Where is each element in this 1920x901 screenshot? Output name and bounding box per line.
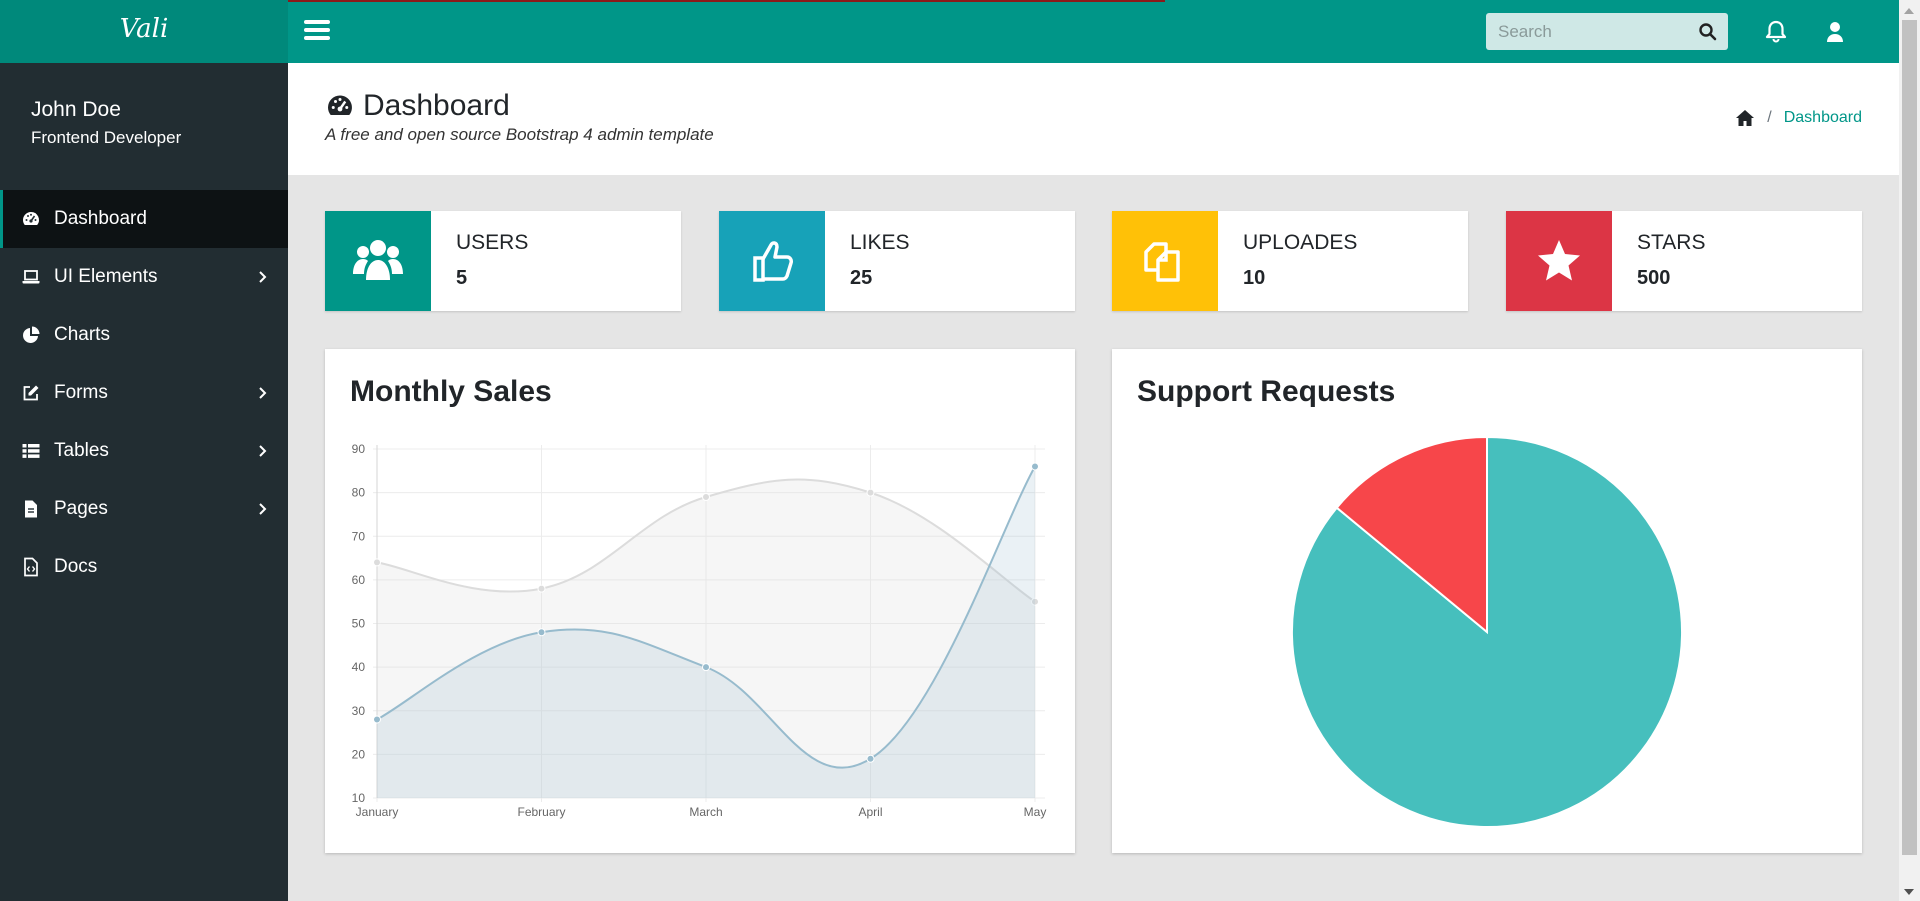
breadcrumb: / Dashboard xyxy=(1735,109,1862,127)
sidebar-item-pages[interactable]: Pages xyxy=(0,480,288,538)
table-icon xyxy=(22,444,40,458)
chevron-right-icon xyxy=(259,387,267,399)
y-tick-label: 70 xyxy=(352,529,366,543)
data-point xyxy=(373,715,381,724)
user-panel: John Doe Frontend Developer xyxy=(0,63,288,190)
users-icon xyxy=(353,240,403,280)
file-code-icon xyxy=(24,557,38,577)
breadcrumb-current[interactable]: Dashboard xyxy=(1784,109,1862,127)
widget-value: 500 xyxy=(1637,267,1671,289)
app-logo[interactable]: Vali xyxy=(0,0,288,63)
sidebar-item-ui-elements[interactable]: UI Elements xyxy=(0,248,288,306)
sidebar: John Doe Frontend Developer Dashboard UI… xyxy=(0,63,288,901)
x-tick-label: April xyxy=(858,805,882,819)
y-tick-label: 60 xyxy=(352,573,366,587)
page-title: Dashboard xyxy=(325,89,510,123)
monthly-sales-chart: 10 20 30 40 50 60 70 80 90 January February March Ap… xyxy=(352,442,1047,819)
x-tick-label: February xyxy=(517,805,565,819)
x-tick-label: March xyxy=(689,805,722,819)
sidebar-item-label: Dashboard xyxy=(54,208,147,229)
chevron-right-icon xyxy=(259,503,267,515)
star-icon xyxy=(1538,240,1580,281)
user-role: Frontend Developer xyxy=(31,128,182,147)
sidebar-item-label: Forms xyxy=(54,382,108,403)
sidebar-item-dashboard[interactable]: Dashboard xyxy=(0,190,288,248)
widget-icon-bg xyxy=(1506,211,1612,311)
widget-label: UPLOADES xyxy=(1243,231,1358,254)
widget-icon-bg xyxy=(1112,211,1218,311)
widget-value: 10 xyxy=(1243,267,1266,289)
home-icon[interactable] xyxy=(1735,109,1755,127)
widget-label: LIKES xyxy=(850,231,910,254)
data-point xyxy=(866,488,875,497)
page-title-text: Dashboard xyxy=(363,89,510,122)
bell-icon[interactable] xyxy=(1762,18,1790,46)
y-tick-label: 80 xyxy=(352,486,366,500)
data-point xyxy=(373,558,381,567)
y-tick-label: 50 xyxy=(352,617,366,631)
search-input[interactable] xyxy=(1486,13,1686,50)
scroll-down-arrow[interactable] xyxy=(1904,889,1914,895)
data-point xyxy=(1031,462,1039,471)
search-box xyxy=(1486,13,1728,50)
page-subtitle: A free and open source Bootstrap 4 admin… xyxy=(325,125,714,144)
search-icon[interactable] xyxy=(1698,22,1718,42)
user-icon[interactable] xyxy=(1821,18,1849,46)
y-tick-label: 40 xyxy=(352,660,366,674)
chevron-right-icon xyxy=(259,445,267,457)
scrollbar-thumb[interactable] xyxy=(1902,20,1917,855)
widget-uploads: UPLOADES 10 xyxy=(1112,211,1468,311)
files-icon xyxy=(1144,242,1180,282)
y-tick-label: 10 xyxy=(352,791,366,805)
widget-users: USERS 5 xyxy=(325,211,681,311)
edit-icon xyxy=(23,385,39,401)
laptop-icon xyxy=(22,270,40,284)
widget-icon-bg xyxy=(719,211,825,311)
data-point xyxy=(702,492,710,501)
sidebar-item-label: Charts xyxy=(54,324,110,345)
vertical-scrollbar[interactable] xyxy=(1899,0,1920,901)
y-tick-label: 20 xyxy=(352,747,366,761)
pie-chart-icon xyxy=(23,326,40,343)
page-title-bar: Dashboard A free and open source Bootstr… xyxy=(288,63,1899,175)
widget-icon-bg xyxy=(325,211,431,311)
file-icon xyxy=(25,500,37,518)
widget-stars: STARS 500 xyxy=(1506,211,1862,311)
breadcrumb-separator: / xyxy=(1767,109,1772,126)
data-point xyxy=(537,584,546,593)
sidebar-item-docs[interactable]: Docs xyxy=(0,538,288,596)
widget-label: STARS xyxy=(1637,231,1706,254)
support-requests-chart xyxy=(1291,435,1683,828)
chevron-right-icon xyxy=(259,271,267,283)
sidebar-menu: Dashboard UI Elements Charts Forms Table… xyxy=(0,190,288,596)
scroll-up-arrow[interactable] xyxy=(1904,8,1914,14)
sidebar-item-label: Tables xyxy=(54,440,109,461)
data-point xyxy=(537,628,546,637)
support-requests-tile: Support Requests xyxy=(1112,349,1862,853)
widget-likes: LIKES 25 xyxy=(719,211,1075,311)
app-header: Vali xyxy=(0,0,1899,63)
user-name: John Doe xyxy=(31,98,121,121)
sidebar-item-tables[interactable]: Tables xyxy=(0,422,288,480)
monthly-sales-tile: Monthly Sales 10 20 30 40 50 60 70 80 90 January F… xyxy=(325,349,1075,853)
x-tick-label: May xyxy=(1024,805,1047,819)
x-tick-label: January xyxy=(356,805,399,819)
sidebar-item-forms[interactable]: Forms xyxy=(0,364,288,422)
widget-value: 5 xyxy=(456,267,468,289)
sidebar-item-label: Docs xyxy=(54,556,98,577)
sidebar-item-label: UI Elements xyxy=(54,266,158,287)
dashboard-icon xyxy=(23,212,39,225)
dashboard-icon xyxy=(328,95,352,115)
y-tick-label: 90 xyxy=(352,442,366,456)
data-point xyxy=(702,663,710,672)
widget-value: 25 xyxy=(850,267,873,289)
sidebar-item-label: Pages xyxy=(54,498,108,519)
thumbs-up-icon xyxy=(753,241,793,282)
widget-label: USERS xyxy=(456,231,529,254)
y-tick-label: 30 xyxy=(352,704,366,718)
data-point xyxy=(866,754,875,763)
sidebar-item-charts[interactable]: Charts xyxy=(0,306,288,364)
menu-icon[interactable] xyxy=(304,20,330,42)
